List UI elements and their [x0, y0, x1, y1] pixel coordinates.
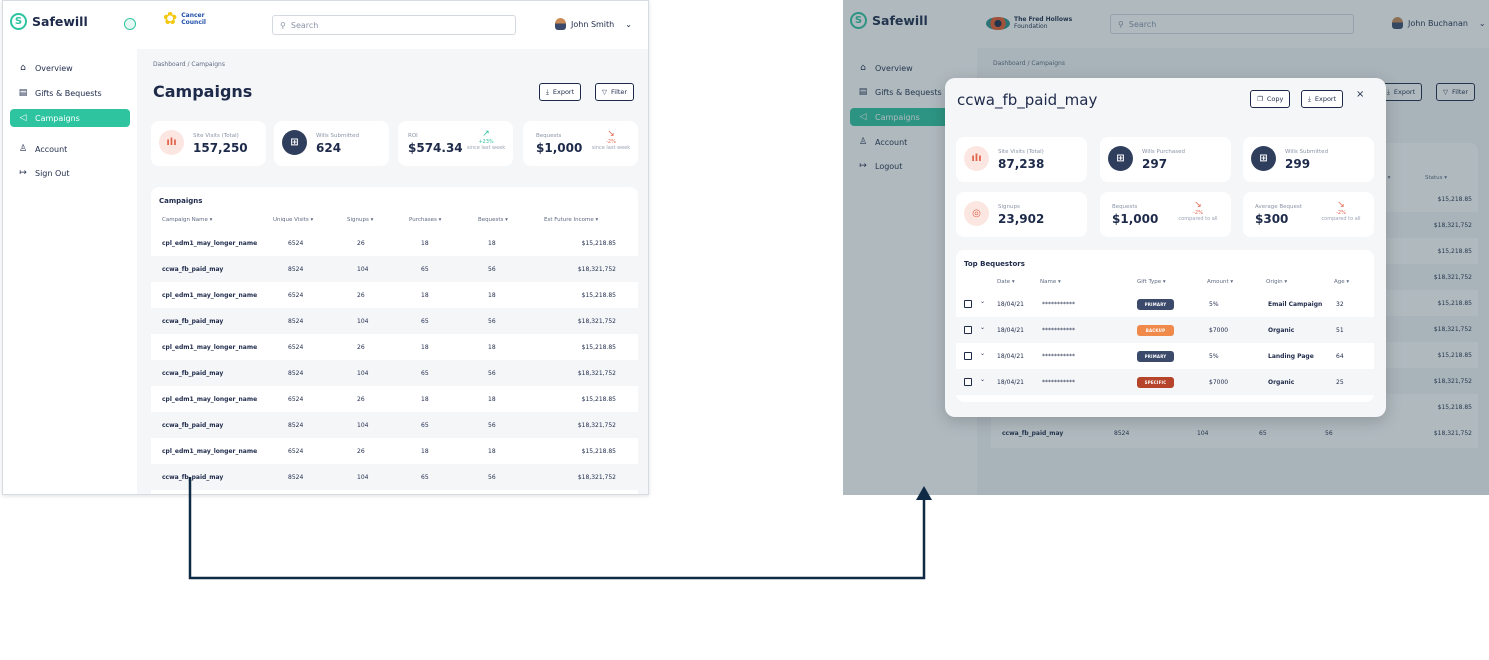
arrow-head-icon [916, 486, 932, 500]
connector-line [188, 477, 926, 580]
flow-connector [188, 477, 932, 580]
